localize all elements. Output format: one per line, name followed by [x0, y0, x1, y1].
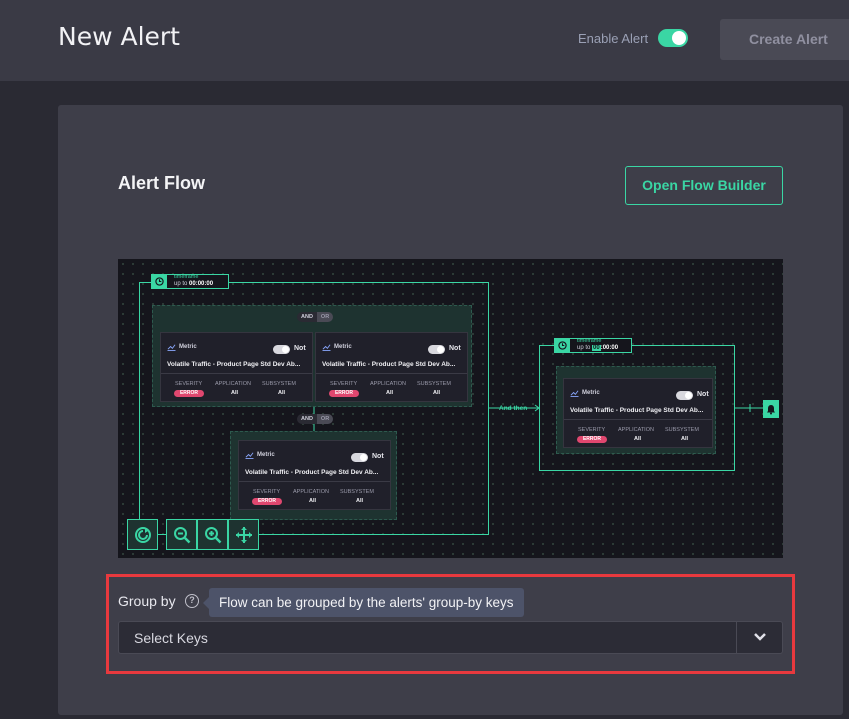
divider	[161, 373, 312, 374]
not-label: Not	[294, 345, 306, 352]
select-keys-dropdown[interactable]: Select Keys	[118, 621, 783, 654]
not-label: Not	[372, 453, 384, 460]
enable-alert-label: Enable Alert	[578, 30, 649, 46]
flow-canvas[interactable]: timeframe up to 00:00:00 AND OR Metric No…	[118, 259, 783, 558]
metric-tag: Metric	[245, 451, 275, 459]
subsystem-header: SUBSYSTEM	[262, 381, 296, 387]
severity-badge: ERROR	[329, 390, 359, 397]
application-header: APPLICATION	[618, 427, 654, 433]
severity-header: SEVERITY	[578, 427, 606, 433]
severity-badge: ERROR	[577, 436, 607, 443]
zoom-out-button[interactable]	[166, 519, 197, 550]
reset-icon	[134, 526, 151, 543]
clock-icon	[555, 339, 570, 352]
subsystem-value: All	[681, 436, 689, 442]
alert-card[interactable]: Metric Not Volatile Traffic - Product Pa…	[160, 332, 313, 402]
move-icon	[235, 526, 252, 543]
divider	[316, 373, 467, 374]
application-header: APPLICATION	[293, 489, 329, 495]
alert-card[interactable]: Metric Not Volatile Traffic - Product Pa…	[238, 440, 391, 510]
subsystem-header: SUBSYSTEM	[340, 489, 374, 495]
alert-name: Volatile Traffic - Product Page Std Dev …	[570, 407, 704, 414]
not-toggle[interactable]	[273, 345, 290, 354]
metric-icon	[570, 390, 579, 397]
and-or-switch[interactable]: AND OR	[297, 414, 334, 424]
or-option[interactable]: OR	[316, 312, 334, 322]
severity-header: SEVERITY	[175, 381, 203, 387]
alert-card[interactable]: Metric Not Volatile Traffic - Product Pa…	[315, 332, 468, 402]
or-option[interactable]: OR	[316, 414, 334, 424]
alert-name: Volatile Traffic - Product Page Std Dev …	[167, 361, 301, 368]
not-label: Not	[449, 345, 461, 352]
severity-badge: ERROR	[174, 390, 204, 397]
toggle-knob	[672, 31, 687, 45]
clock-icon	[152, 275, 167, 288]
reset-view-button[interactable]	[127, 519, 158, 550]
not-toggle[interactable]	[428, 345, 445, 354]
not-toggle[interactable]	[351, 453, 368, 462]
not-label: Not	[697, 391, 709, 398]
subsystem-value: All	[356, 498, 364, 504]
subsystem-header: SUBSYSTEM	[665, 427, 699, 433]
and-or-switch[interactable]: AND OR	[297, 312, 334, 322]
severity-header: SEVERITY	[253, 489, 281, 495]
application-value: All	[309, 498, 317, 504]
bell-icon	[767, 404, 775, 414]
metric-tag: Metric	[322, 343, 352, 351]
metric-icon	[322, 344, 331, 351]
and-option[interactable]: AND	[297, 414, 317, 424]
page-title: New Alert	[58, 22, 180, 51]
subsystem-value: All	[278, 390, 286, 396]
zoom-out-icon	[173, 526, 190, 543]
not-toggle[interactable]	[676, 391, 693, 400]
and-option[interactable]: AND	[297, 312, 317, 322]
divider	[239, 481, 390, 482]
alert-name: Volatile Traffic - Product Page Std Dev …	[322, 361, 456, 368]
application-value: All	[634, 436, 642, 442]
severity-badge: ERROR	[252, 498, 282, 505]
enable-alert-toggle[interactable]	[658, 29, 689, 47]
select-keys-placeholder: Select Keys	[134, 630, 208, 646]
timeframe-badge-2[interactable]: timeframe up to 00:00:00	[554, 338, 632, 353]
severity-header: SEVERITY	[330, 381, 358, 387]
application-header: APPLICATION	[370, 381, 406, 387]
alert-card[interactable]: Metric Not Volatile Traffic - Product Pa…	[563, 378, 713, 448]
metric-icon	[245, 452, 254, 459]
timeframe-value: up to 00:00:00	[174, 281, 214, 287]
group-by-label: Group by	[118, 593, 176, 609]
application-header: APPLICATION	[215, 381, 251, 387]
and-then-label: And then	[499, 405, 528, 412]
subsystem-header: SUBSYSTEM	[417, 381, 451, 387]
help-icon[interactable]: ?	[185, 594, 199, 608]
select-divider	[736, 622, 737, 653]
zoom-in-button[interactable]	[197, 519, 228, 550]
metric-tag: Metric	[570, 389, 600, 397]
open-flow-builder-button[interactable]: Open Flow Builder	[625, 166, 783, 205]
subsystem-value: All	[433, 390, 441, 396]
metric-icon	[167, 344, 176, 351]
create-alert-button[interactable]: Create Alert	[720, 19, 849, 60]
divider	[564, 419, 712, 420]
enable-alert-control[interactable]: Enable Alert	[578, 29, 689, 47]
application-value: All	[231, 390, 239, 396]
zoom-in-icon	[204, 526, 221, 543]
timeframe-value: up to 00:00:00	[577, 345, 619, 351]
notification-bell-button[interactable]	[763, 400, 779, 418]
alert-name: Volatile Traffic - Product Page Std Dev …	[245, 469, 379, 476]
alert-flow-title: Alert Flow	[118, 173, 206, 193]
metric-tag: Metric	[167, 343, 197, 351]
group-by-tooltip: Flow can be grouped by the alerts' group…	[203, 588, 524, 617]
timeframe-badge-1[interactable]: timeframe up to 00:00:00	[151, 274, 229, 289]
pan-button[interactable]	[228, 519, 259, 550]
timeframe-label: timeframe	[174, 274, 199, 280]
chevron-down-icon[interactable]	[753, 632, 767, 642]
application-value: All	[386, 390, 394, 396]
timeframe-label: timeframe	[577, 338, 602, 344]
